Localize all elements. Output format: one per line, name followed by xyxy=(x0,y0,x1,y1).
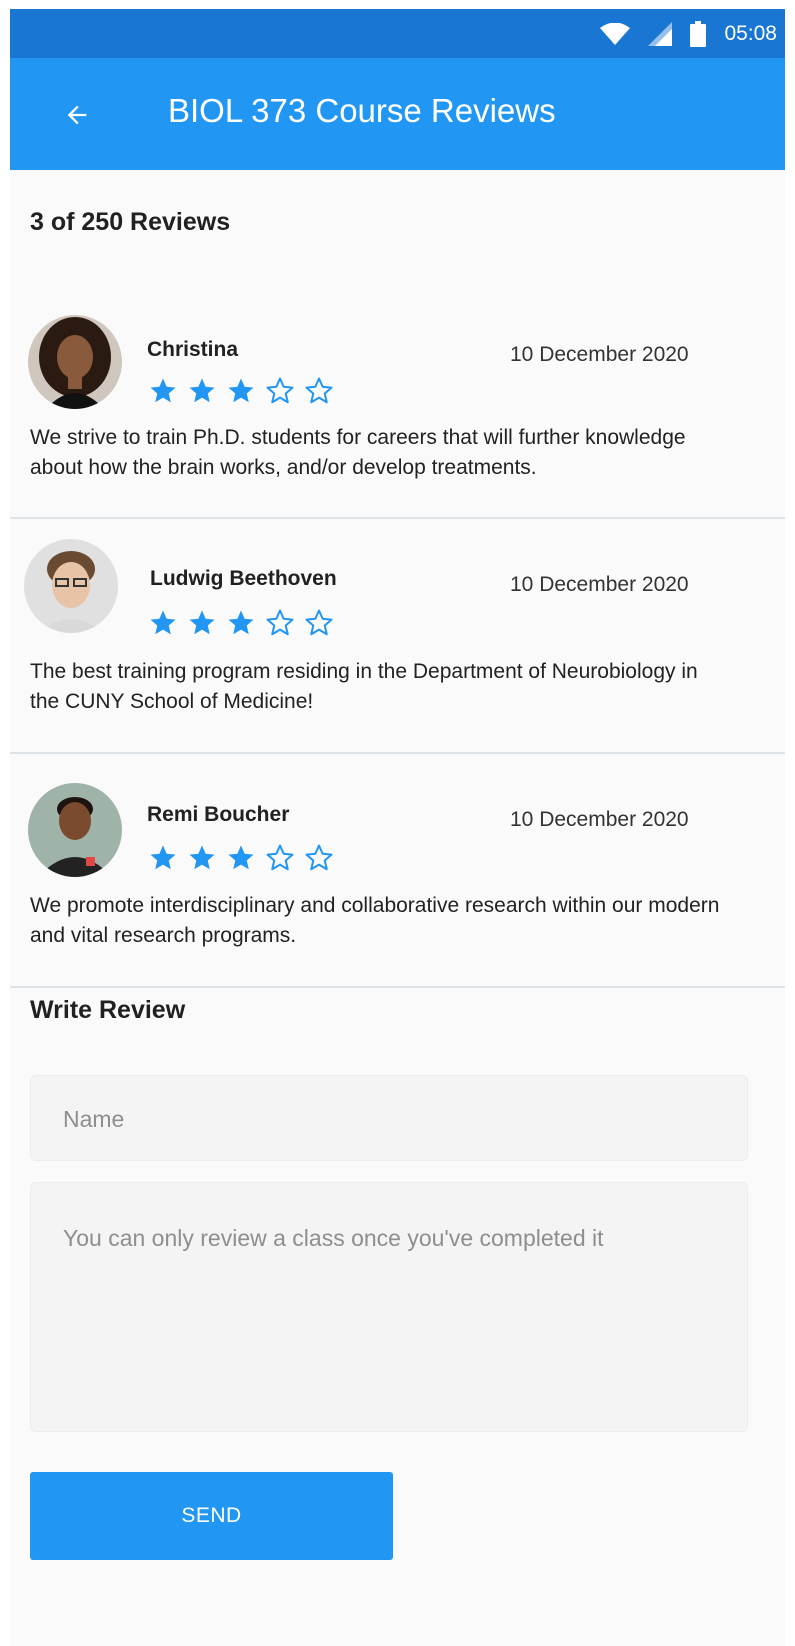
review-item: Ludwig Beethoven 10 December 2020 The be… xyxy=(10,519,785,754)
avatar xyxy=(28,315,122,409)
star-filled-icon xyxy=(189,378,215,403)
review-date: 10 December 2020 xyxy=(510,573,689,596)
avatar xyxy=(28,783,122,877)
status-time: 05:08 xyxy=(724,21,777,45)
battery-icon xyxy=(690,20,707,47)
page-title: BIOL 373 Course Reviews xyxy=(168,92,556,129)
star-rating xyxy=(148,376,334,406)
star-filled-icon xyxy=(228,610,254,635)
signal-icon xyxy=(648,21,673,46)
star-rating xyxy=(148,843,334,873)
star-filled-icon xyxy=(150,610,176,635)
reviews-count-heading: 3 of 250 Reviews xyxy=(30,208,231,236)
star-filled-icon xyxy=(228,378,254,403)
star-filled-icon xyxy=(150,378,176,403)
reviewer-name: Ludwig Beethoven xyxy=(150,567,337,590)
reviewer-name: Remi Boucher xyxy=(147,803,290,826)
star-filled-icon xyxy=(228,845,254,870)
phone-screen: 05:08 BIOL 373 Course Reviews 3 of 250 R… xyxy=(10,9,785,1646)
status-bar: 05:08 xyxy=(10,9,785,58)
star-filled-icon xyxy=(150,845,176,870)
reviewer-name: Christina xyxy=(147,338,239,361)
star-outline-icon xyxy=(266,844,294,871)
avatar xyxy=(24,539,118,633)
star-rating xyxy=(148,608,334,638)
review-date: 10 December 2020 xyxy=(510,343,689,366)
name-input[interactable]: Name xyxy=(30,1075,748,1161)
star-outline-icon xyxy=(266,377,294,404)
star-outline-icon xyxy=(305,377,333,404)
wifi-icon xyxy=(600,22,631,45)
star-filled-icon xyxy=(189,845,215,870)
review-text: We promote interdisciplinary and collabo… xyxy=(30,894,720,947)
send-button[interactable]: SEND xyxy=(30,1472,393,1560)
write-review-heading: Write Review xyxy=(30,996,186,1024)
review-item: Remi Boucher 10 December 2020 We promote… xyxy=(10,754,785,988)
review-item: Christina 10 December 2020 We strive to … xyxy=(10,274,785,519)
review-textarea[interactable]: You can only review a class once you've … xyxy=(30,1182,748,1432)
app-bar: BIOL 373 Course Reviews xyxy=(10,58,785,170)
review-text: The best training program residing in th… xyxy=(30,660,698,713)
star-filled-icon xyxy=(189,610,215,635)
back-button[interactable] xyxy=(54,92,100,138)
star-outline-icon xyxy=(266,609,294,636)
review-text: We strive to train Ph.D. students for ca… xyxy=(30,426,686,479)
star-outline-icon xyxy=(305,844,333,871)
arrow-left-icon xyxy=(67,105,87,125)
star-outline-icon xyxy=(305,609,333,636)
review-date: 10 December 2020 xyxy=(510,808,689,831)
